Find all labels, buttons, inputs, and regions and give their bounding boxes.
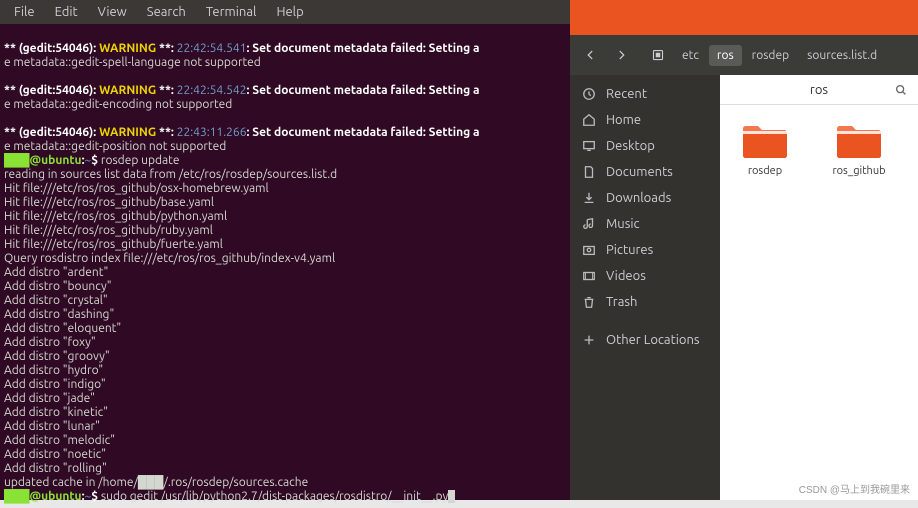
folder-rosdep[interactable]: rosdep bbox=[730, 121, 800, 177]
file-manager-sidebar: Recent Home Desktop Documents Downloads … bbox=[570, 75, 720, 500]
prompt-user: ███ bbox=[4, 490, 30, 503]
timestamp: 22:43:11.266 bbox=[177, 126, 247, 139]
path-seg-etc[interactable]: etc bbox=[674, 45, 707, 66]
warning-label: WARNING bbox=[99, 42, 156, 55]
folder-label: rosdep bbox=[748, 165, 782, 177]
timestamp: 22:42:54.541 bbox=[177, 42, 247, 55]
file-list[interactable]: rosdep ros_github bbox=[720, 105, 918, 500]
timestamp: 22:42:54.542 bbox=[177, 84, 247, 97]
folder-ros-github[interactable]: ros_github bbox=[824, 121, 894, 177]
prompt-user: ███ bbox=[4, 154, 30, 167]
command-rosdep-update: rosdep update bbox=[101, 154, 180, 167]
redacted-user: ███ bbox=[138, 476, 164, 489]
folder-icon bbox=[741, 121, 789, 161]
gedit-prefix: ** (gedit:54046): bbox=[4, 42, 99, 55]
sidebar-item-other-locations[interactable]: Other Locations bbox=[570, 327, 720, 353]
sidebar-item-music[interactable]: Music bbox=[570, 211, 720, 237]
sidebar-item-documents[interactable]: Documents bbox=[570, 159, 720, 185]
main-title-bar: ros bbox=[720, 75, 918, 105]
command-sudo-gedit: sudo gedit /usr/lib/python2.7/dist-packa… bbox=[101, 490, 448, 503]
sidebar-item-downloads[interactable]: Downloads bbox=[570, 185, 720, 211]
sidebar-item-videos[interactable]: Videos bbox=[570, 263, 720, 289]
folder-icon bbox=[835, 121, 883, 161]
path-seg-sources[interactable]: sources.list.d bbox=[799, 45, 885, 66]
terminal-menubar[interactable]: File Edit View Search Terminal Help bbox=[0, 0, 570, 24]
terminal-window: File Edit View Search Terminal Help ** (… bbox=[0, 0, 570, 500]
menu-view[interactable]: View bbox=[90, 3, 135, 21]
nav-back-button[interactable] bbox=[576, 41, 604, 69]
path-root-icon[interactable] bbox=[644, 41, 672, 69]
sidebar-item-desktop[interactable]: Desktop bbox=[570, 133, 720, 159]
folder-label: ros_github bbox=[832, 165, 885, 177]
menu-help[interactable]: Help bbox=[268, 3, 311, 21]
search-button[interactable] bbox=[890, 79, 912, 101]
path-seg-ros[interactable]: ros bbox=[709, 45, 742, 66]
path-bar[interactable]: etc ros rosdep sources.list.d bbox=[644, 41, 885, 69]
sidebar-item-pictures[interactable]: Pictures bbox=[570, 237, 720, 263]
watermark: CSDN @马上到我碗里来 bbox=[799, 481, 910, 496]
terminal-output[interactable]: ** (gedit:54046): WARNING **: 22:42:54.5… bbox=[0, 24, 570, 508]
menu-search[interactable]: Search bbox=[139, 3, 194, 21]
file-manager-header: etc ros rosdep sources.list.d bbox=[570, 35, 918, 75]
sidebar-item-trash[interactable]: Trash bbox=[570, 289, 720, 315]
sidebar-item-home[interactable]: Home bbox=[570, 107, 720, 133]
menu-terminal[interactable]: Terminal bbox=[198, 3, 265, 21]
sidebar-item-recent[interactable]: Recent bbox=[570, 81, 720, 107]
menu-file[interactable]: File bbox=[6, 3, 43, 21]
nav-forward-button[interactable] bbox=[608, 41, 636, 69]
path-seg-rosdep[interactable]: rosdep bbox=[744, 45, 797, 66]
current-folder-title: ros bbox=[810, 83, 828, 97]
file-manager-window: etc ros rosdep sources.list.d Recent Hom… bbox=[570, 35, 918, 500]
terminal-cursor bbox=[448, 490, 455, 503]
file-manager-main: ros rosdep ros_github bbox=[720, 75, 918, 500]
menu-edit[interactable]: Edit bbox=[47, 3, 86, 21]
desktop-topbar bbox=[568, 0, 918, 35]
